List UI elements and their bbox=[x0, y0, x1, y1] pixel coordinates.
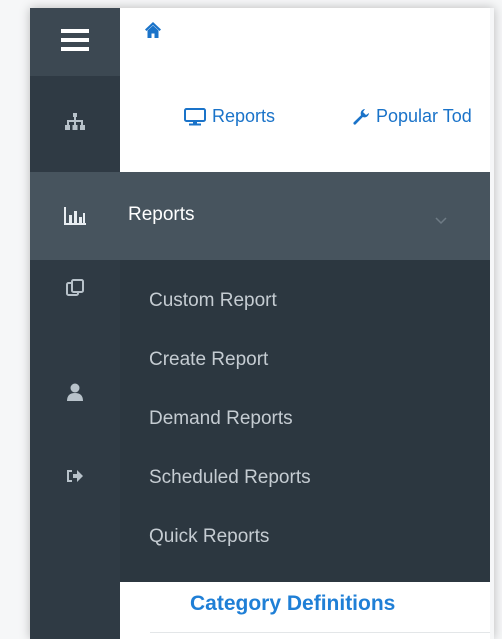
submenu-item-create-report[interactable]: Create Report bbox=[149, 349, 268, 371]
home-icon[interactable] bbox=[144, 21, 162, 39]
user-icon bbox=[66, 383, 84, 405]
submenu-item-scheduled-reports[interactable]: Scheduled Reports bbox=[149, 467, 311, 489]
category-definitions-heading[interactable]: Category Definitions bbox=[190, 592, 395, 616]
sidebar-item-user[interactable] bbox=[30, 364, 120, 424]
tab-popular-label: Popular Tod bbox=[376, 106, 472, 126]
main-content: Category Definitions bbox=[120, 582, 490, 639]
submenu-item-quick-reports[interactable]: Quick Reports bbox=[149, 526, 269, 548]
bar-chart-icon bbox=[30, 172, 120, 260]
top-bar bbox=[120, 8, 490, 77]
menu-toggle-button[interactable] bbox=[30, 8, 120, 76]
tab-reports[interactable]: Reports bbox=[184, 106, 275, 127]
tab-reports-label: Reports bbox=[212, 106, 276, 126]
sidebar-item-sign-out[interactable] bbox=[30, 448, 120, 508]
tab-bar: Reports Popular Tod bbox=[120, 76, 490, 172]
submenu-item-custom-report[interactable]: Custom Report bbox=[149, 290, 277, 312]
copy-icon bbox=[66, 279, 84, 301]
tab-popular-tools[interactable]: Popular Tod bbox=[352, 106, 472, 127]
content-divider bbox=[150, 632, 490, 633]
reports-submenu: Custom Report Create Report Demand Repor… bbox=[120, 260, 490, 582]
sign-out-icon bbox=[66, 468, 84, 488]
monitor-icon bbox=[184, 107, 206, 126]
sidebar-rail bbox=[30, 8, 120, 639]
chevron-down-icon[interactable] bbox=[435, 210, 447, 229]
sidebar-item-copy[interactable] bbox=[30, 260, 120, 320]
wrench-icon bbox=[352, 108, 370, 126]
app-window: Reports Popular Tod Reports Custom Repor… bbox=[30, 8, 490, 639]
submenu-item-demand-reports[interactable]: Demand Reports bbox=[149, 408, 293, 430]
reports-menu-title: Reports bbox=[128, 204, 195, 225]
sidebar-item-sitemap[interactable] bbox=[30, 76, 120, 172]
sitemap-icon bbox=[65, 113, 85, 135]
hamburger-icon bbox=[61, 29, 89, 55]
reports-menu-header[interactable]: Reports bbox=[30, 172, 490, 260]
